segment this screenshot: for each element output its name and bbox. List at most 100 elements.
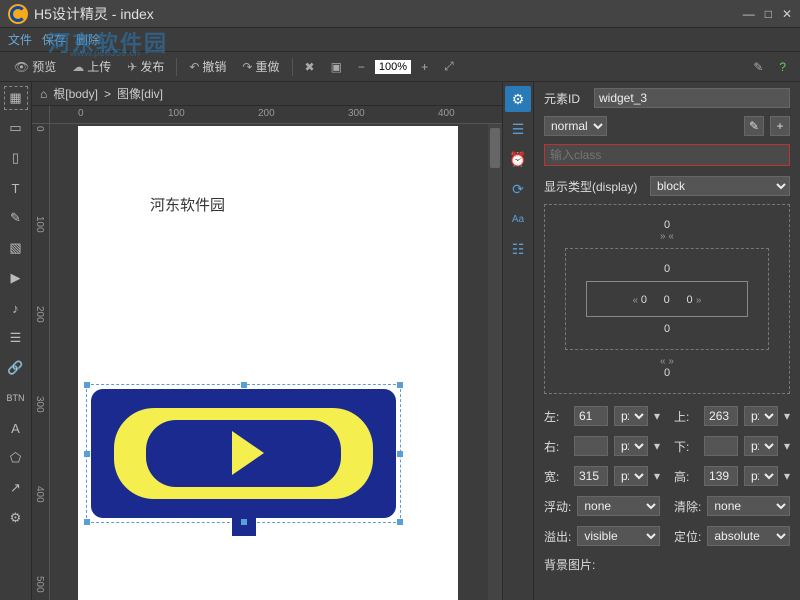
resize-handle-bm[interactable] bbox=[241, 519, 247, 525]
scrollbar-vertical[interactable] bbox=[488, 124, 502, 600]
canvas-text[interactable]: 河东软件园 bbox=[150, 194, 225, 215]
float-select[interactable]: none bbox=[577, 496, 660, 516]
tab-data-icon[interactable]: ☷ bbox=[505, 236, 531, 262]
ruler-vertical: 0 100 200 300 400 500 bbox=[32, 124, 50, 600]
tool-link[interactable]: 🔗 bbox=[4, 356, 28, 380]
resize-handle-br[interactable] bbox=[397, 519, 403, 525]
display-select[interactable]: block bbox=[650, 176, 790, 196]
tab-font-icon[interactable]: Aa bbox=[505, 206, 531, 232]
overflow-select[interactable]: visible bbox=[577, 526, 660, 546]
tab-style-icon[interactable]: ⚙ bbox=[505, 86, 531, 112]
tab-animation-icon[interactable]: ⟳ bbox=[505, 176, 531, 202]
selected-image[interactable] bbox=[86, 384, 401, 523]
left-unit[interactable]: px bbox=[614, 406, 648, 426]
top-unit[interactable]: px bbox=[744, 406, 778, 426]
app-logo-icon bbox=[8, 4, 28, 24]
position-select[interactable]: absolute bbox=[707, 526, 790, 546]
brush-button[interactable]: ✎ bbox=[747, 58, 769, 76]
eye-icon: 👁 bbox=[14, 60, 29, 74]
ruler-horizontal: 0 100 200 300 400 bbox=[50, 106, 502, 124]
height-unit[interactable]: px bbox=[744, 466, 778, 486]
panel-tabs: ⚙ ☰ ⏰ ⟳ Aa ☷ bbox=[502, 82, 534, 600]
right-unit[interactable]: px bbox=[614, 436, 648, 456]
toggle-panel-button[interactable]: ▣ bbox=[325, 58, 348, 76]
stepper-icon[interactable]: ▾ bbox=[784, 409, 790, 423]
element-id-input[interactable] bbox=[594, 88, 790, 108]
tool-rect[interactable]: ▭ bbox=[4, 116, 28, 140]
menu-save[interactable]: 保存 bbox=[42, 31, 66, 48]
properties-panel: 元素ID normal ✎ + 显示类型(display) block 0 » … bbox=[534, 82, 800, 600]
bottom-input[interactable] bbox=[704, 436, 738, 456]
add-state-button[interactable]: + bbox=[770, 116, 790, 136]
tool-code[interactable]: ⚙ bbox=[4, 506, 28, 530]
maximize-icon[interactable]: □ bbox=[765, 7, 772, 21]
bg-label: 背景图片: bbox=[544, 556, 604, 573]
stepper-icon[interactable]: ▾ bbox=[784, 439, 790, 453]
stepper-icon[interactable]: ▾ bbox=[654, 469, 660, 483]
tool-text[interactable]: T bbox=[4, 176, 28, 200]
class-input[interactable] bbox=[544, 144, 790, 166]
tool-image[interactable]: ▧ bbox=[4, 236, 28, 260]
tab-layout-icon[interactable]: ☰ bbox=[505, 116, 531, 142]
float-label: 浮动: bbox=[544, 498, 571, 515]
publish-button[interactable]: ✈发布 bbox=[121, 56, 170, 77]
menu-delete[interactable]: 删除 bbox=[76, 31, 100, 48]
tool-video[interactable]: ▶ bbox=[4, 266, 28, 290]
tab-timer-icon[interactable]: ⏰ bbox=[505, 146, 531, 172]
clear-select[interactable]: none bbox=[707, 496, 790, 516]
breadcrumb-current[interactable]: 图像[div] bbox=[117, 85, 163, 102]
tool-button[interactable]: BTN bbox=[4, 386, 28, 410]
stepper-icon[interactable]: ▾ bbox=[654, 409, 660, 423]
tool-font[interactable]: A bbox=[4, 416, 28, 440]
zoom-out-button[interactable]: − bbox=[352, 58, 371, 76]
preview-button[interactable]: 👁预览 bbox=[8, 56, 62, 77]
resize-handle-tm[interactable] bbox=[241, 382, 247, 388]
title-bar: H5设计精灵 - index — □ ✕ bbox=[0, 0, 800, 28]
resize-handle-tr[interactable] bbox=[397, 382, 403, 388]
minimize-icon[interactable]: — bbox=[743, 7, 755, 21]
fit-button[interactable]: ⤢ bbox=[438, 57, 460, 76]
upload-button[interactable]: ☁上传 bbox=[66, 56, 117, 77]
resize-handle-bl[interactable] bbox=[84, 519, 90, 525]
x-icon: ✖ bbox=[305, 60, 315, 74]
zoom-level[interactable]: 100% bbox=[375, 60, 411, 74]
help-button[interactable]: ? bbox=[773, 58, 792, 76]
right-label: 右: bbox=[544, 438, 568, 455]
tool-arrow[interactable]: ↗ bbox=[4, 476, 28, 500]
width-unit[interactable]: px bbox=[614, 466, 648, 486]
element-id-label: 元素ID bbox=[544, 90, 588, 107]
breadcrumb-root[interactable]: 根[body] bbox=[53, 85, 98, 102]
bottom-unit[interactable]: px bbox=[744, 436, 778, 456]
left-input[interactable] bbox=[574, 406, 608, 426]
scrollbar-thumb[interactable] bbox=[490, 128, 500, 168]
stepper-icon[interactable]: ▾ bbox=[654, 439, 660, 453]
tool-select[interactable]: ▦ bbox=[4, 86, 28, 110]
resize-handle-mr[interactable] bbox=[397, 451, 403, 457]
tool-form[interactable]: ☰ bbox=[4, 326, 28, 350]
resize-handle-ml[interactable] bbox=[84, 451, 90, 457]
redo-button[interactable]: ↷重做 bbox=[236, 56, 285, 77]
tool-shape[interactable]: ⬠ bbox=[4, 446, 28, 470]
tool-audio[interactable]: ♪ bbox=[4, 296, 28, 320]
top-input[interactable] bbox=[704, 406, 738, 426]
stepper-icon[interactable]: ▾ bbox=[784, 469, 790, 483]
undo-button[interactable]: ↶撤销 bbox=[183, 56, 232, 77]
close-icon[interactable]: ✕ bbox=[782, 7, 792, 21]
help-icon: ? bbox=[779, 60, 786, 74]
position-label: 定位: bbox=[674, 528, 701, 545]
edit-state-button[interactable]: ✎ bbox=[744, 116, 764, 136]
right-input[interactable] bbox=[574, 436, 608, 456]
canvas-viewport[interactable]: 河东软件园 bbox=[50, 124, 488, 600]
page[interactable]: 河东软件园 bbox=[78, 126, 458, 600]
delete-element-button[interactable]: ✖ bbox=[299, 58, 321, 76]
home-icon[interactable]: ⌂ bbox=[40, 87, 47, 101]
resize-handle-tl[interactable] bbox=[84, 382, 90, 388]
menu-file[interactable]: 文件 bbox=[8, 31, 32, 48]
width-input[interactable] bbox=[574, 466, 608, 486]
box-model[interactable]: 0 » « 0 « 0 0 0 » 0 « » 0 bbox=[544, 204, 790, 394]
tool-input[interactable]: ✎ bbox=[4, 206, 28, 230]
tool-phone[interactable]: ▯ bbox=[4, 146, 28, 170]
zoom-in-button[interactable]: + bbox=[415, 58, 434, 76]
state-select[interactable]: normal bbox=[544, 116, 607, 136]
height-input[interactable] bbox=[704, 466, 738, 486]
